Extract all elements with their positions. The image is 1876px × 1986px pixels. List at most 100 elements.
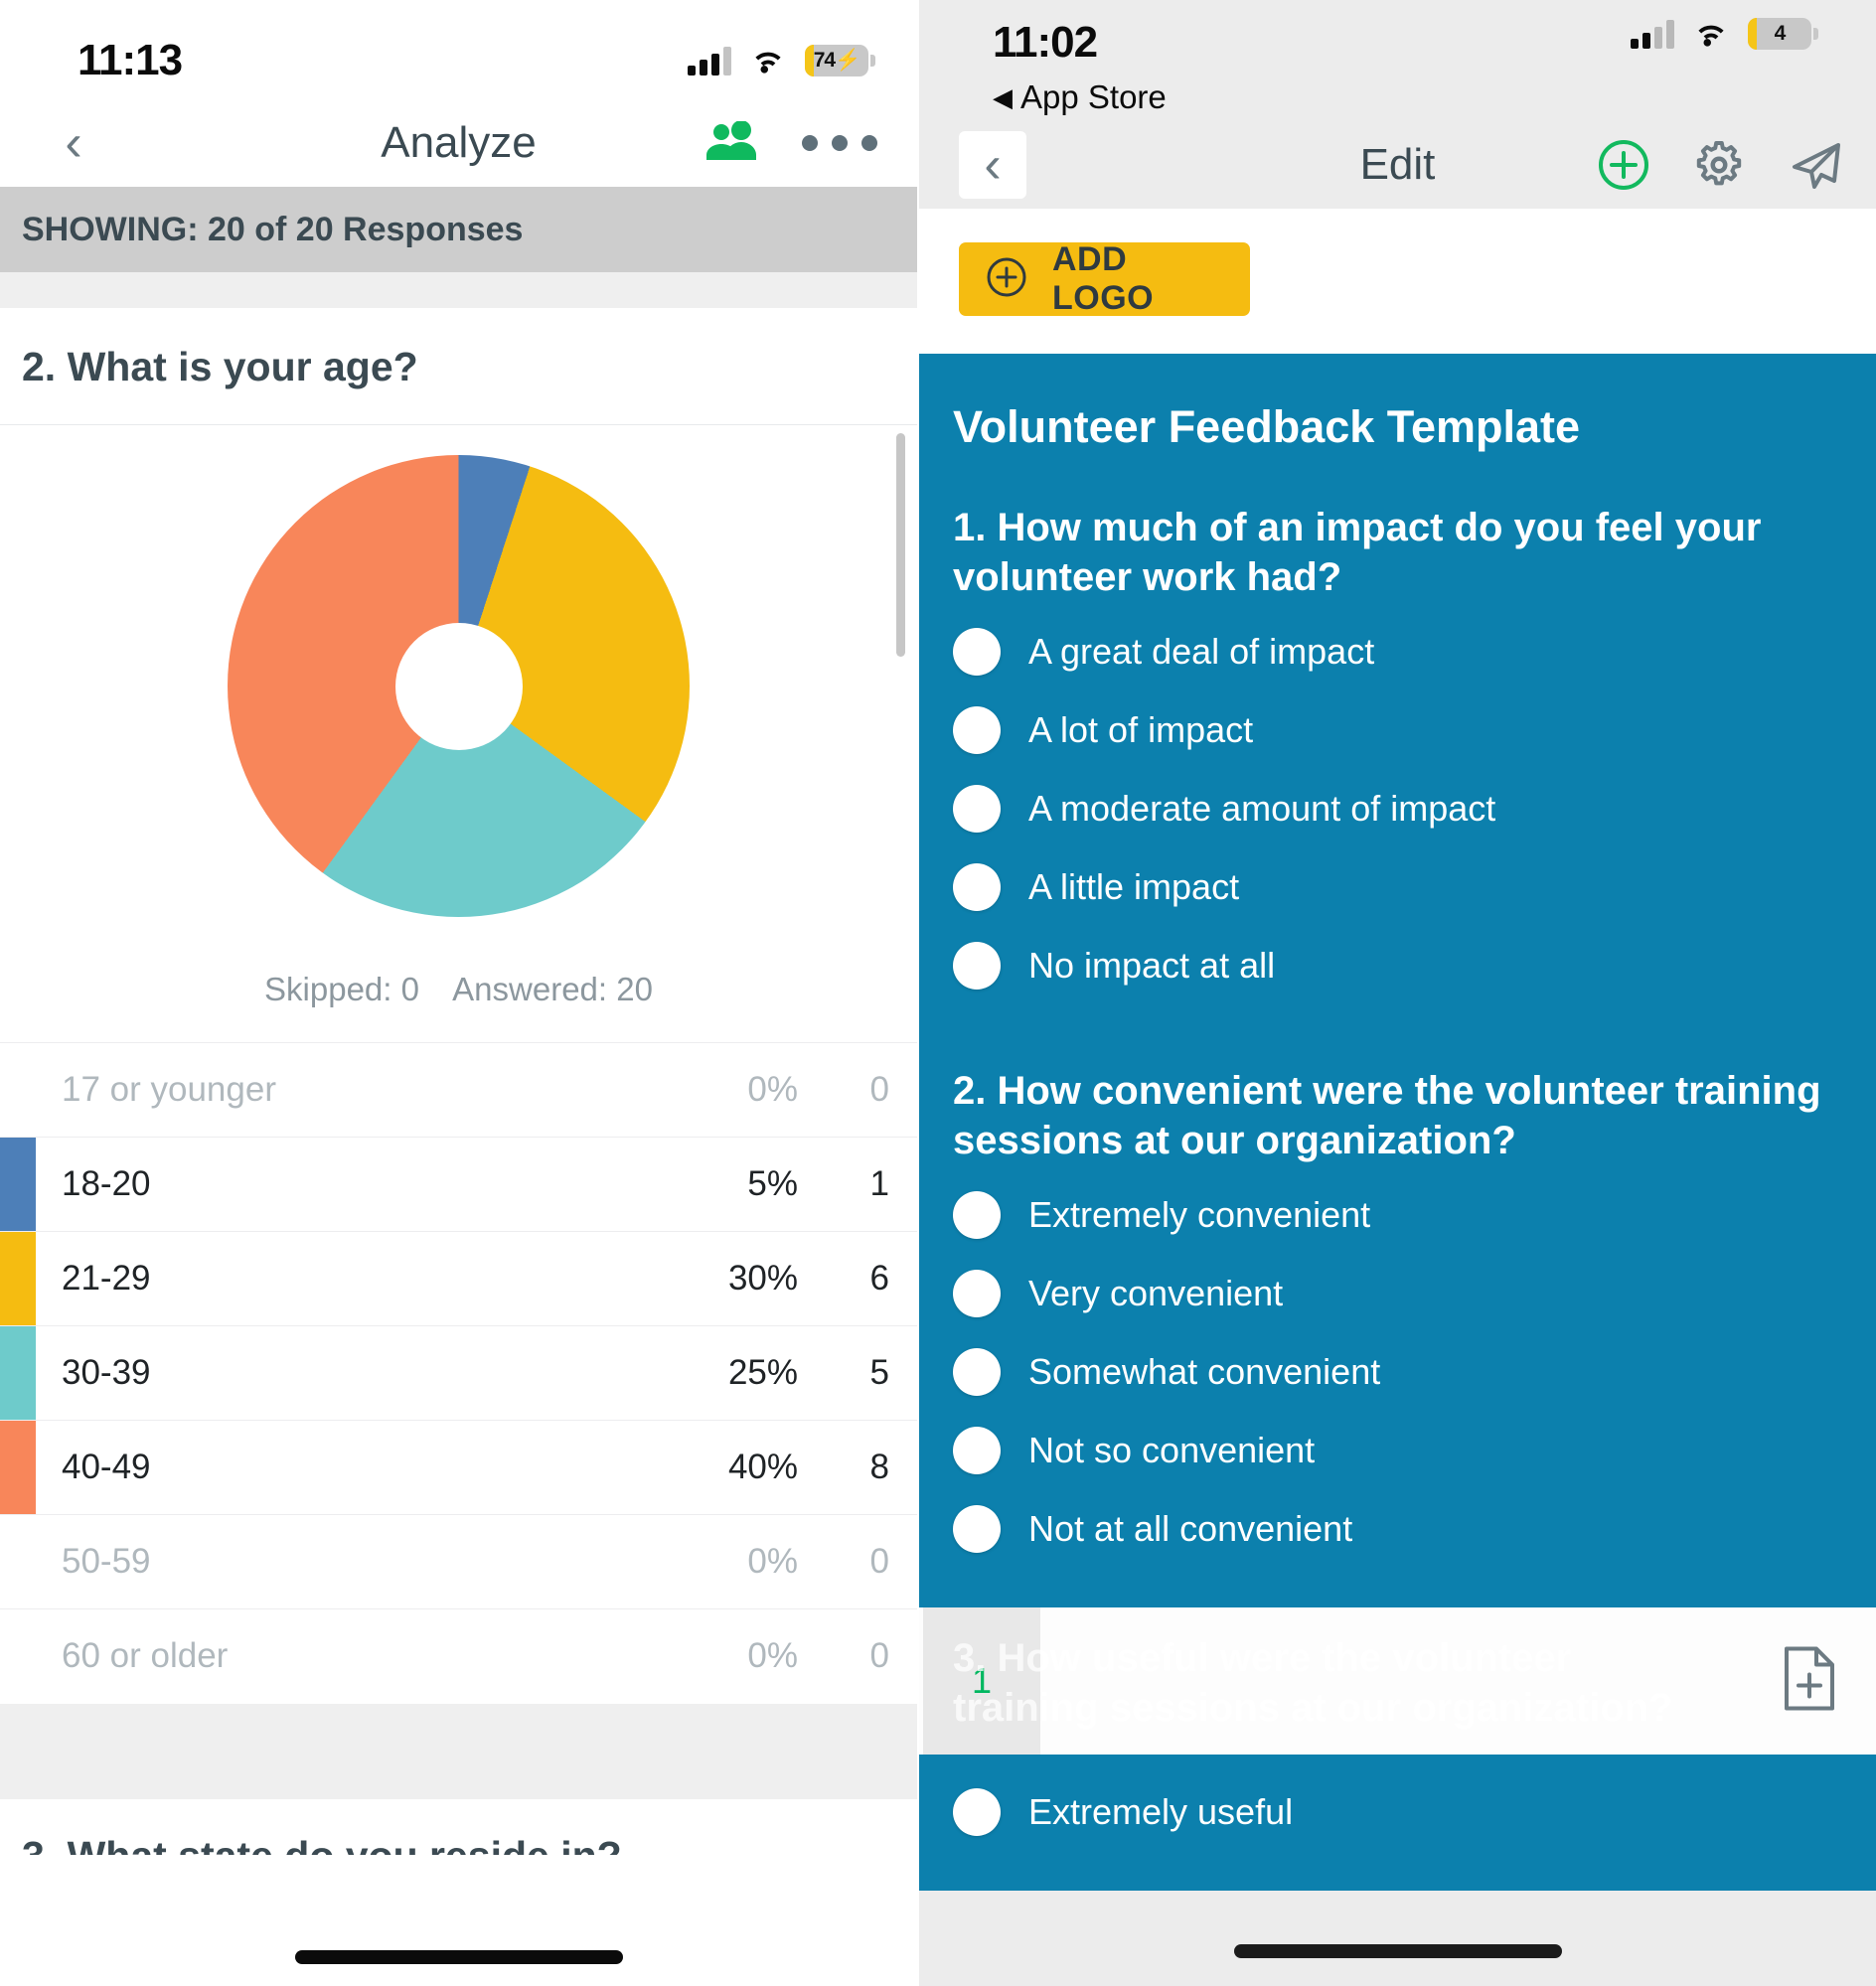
option-row[interactable]: Very convenient	[953, 1254, 1842, 1332]
color-swatch	[0, 1137, 36, 1232]
signal-bars-icon	[1631, 19, 1674, 49]
answer-count: 0	[869, 1542, 889, 1581]
plus-circle-icon[interactable]	[1596, 137, 1651, 193]
navbar-actions	[704, 119, 877, 166]
home-indicator	[1233, 1944, 1562, 1958]
back-button[interactable]: ‹	[959, 131, 1026, 199]
skipped-count: Skipped: 0	[264, 971, 419, 1007]
showing-banner: SHOWING: 20 of 20 Responses	[0, 187, 917, 272]
left-phone-screen: 11:13 74⚡ ‹ Analyze SHOWING: 20 of 20 Re…	[0, 0, 919, 1986]
option-label: A great deal of impact	[1028, 631, 1375, 672]
answer-label: 21-29	[62, 1259, 151, 1298]
answer-label: 40-49	[62, 1448, 151, 1486]
wifi-icon	[1692, 20, 1730, 48]
vertical-scrollbar[interactable]	[896, 433, 905, 657]
option-row[interactable]: A great deal of impact	[953, 612, 1842, 690]
left-navbar: ‹ Analyze	[0, 99, 917, 187]
next-question-title: 3. What state do you reside in?	[0, 1799, 917, 1855]
radio-button-icon[interactable]	[953, 628, 1001, 676]
ellipsis-icon[interactable]	[802, 135, 877, 151]
option-row[interactable]: Not so convenient	[953, 1411, 1842, 1489]
table-row[interactable]: 50-59 0% 0	[0, 1514, 917, 1608]
option-row[interactable]: Somewhat convenient	[953, 1332, 1842, 1411]
option-row[interactable]: Extremely useful	[953, 1772, 1842, 1851]
radio-button-icon[interactable]	[953, 706, 1001, 754]
option-label: Very convenient	[1028, 1273, 1284, 1313]
radio-button-icon[interactable]	[953, 942, 1001, 990]
answer-label: 50-59	[62, 1542, 151, 1581]
answer-percent: 30%	[727, 1259, 798, 1298]
table-row[interactable]: 18-20 5% 1	[0, 1137, 917, 1232]
option-row[interactable]: A moderate amount of impact	[953, 769, 1842, 847]
left-status-bar: 11:13 74⚡	[0, 0, 917, 99]
status-icon-group: 74⚡	[688, 45, 875, 76]
answer-percent: 40%	[727, 1448, 798, 1486]
right-navbar: ‹ Edit	[919, 121, 1876, 209]
wifi-icon	[749, 47, 787, 75]
send-icon[interactable]	[1787, 137, 1846, 193]
answer-count: 6	[869, 1259, 889, 1298]
radio-button-icon[interactable]	[953, 1427, 1001, 1474]
survey-question-heading[interactable]: 1. How much of an impact do you feel you…	[953, 487, 1842, 612]
question-title: 2. What is your age?	[22, 344, 418, 389]
option-row[interactable]: Not at all convenient	[953, 1489, 1842, 1568]
option-row[interactable]: A lot of impact	[953, 690, 1842, 769]
answer-count: 0	[869, 1636, 889, 1675]
option-label: No impact at all	[1028, 945, 1276, 986]
survey-title: Volunteer Feedback Template	[953, 401, 1581, 452]
option-row[interactable]: No impact at all	[953, 926, 1842, 1004]
color-swatch	[0, 1043, 36, 1138]
color-swatch	[0, 1420, 36, 1515]
option-label: Not at all convenient	[1028, 1508, 1353, 1549]
table-row[interactable]: 60 or older 0% 0	[0, 1608, 917, 1703]
answer-label: 17 or younger	[62, 1070, 276, 1109]
add-logo-button[interactable]: ADD LOGO	[959, 240, 1250, 317]
survey-question-heading[interactable]: 2. How convenient were the volunteer tra…	[953, 1050, 1842, 1175]
survey-preview: Volunteer Feedback Template 1. How much …	[919, 354, 1876, 1607]
radio-button-icon[interactable]	[953, 863, 1001, 911]
overlay-question-heading: 3. How useful were the volunteer trainin…	[953, 1636, 1673, 1730]
people-icon[interactable]	[704, 119, 760, 166]
back-button[interactable]: ‹	[40, 109, 107, 177]
table-row[interactable]: 21-29 30% 6	[0, 1231, 917, 1326]
radio-button-icon[interactable]	[953, 1348, 1001, 1396]
question-insert-overlay: 1 3. How useful were the volunteer train…	[919, 1607, 1876, 1755]
radio-button-icon[interactable]	[953, 785, 1001, 833]
document-add-icon[interactable]	[1781, 1645, 1838, 1718]
option-row[interactable]: Extremely convenient	[953, 1175, 1842, 1254]
color-swatch	[0, 1325, 36, 1421]
option-row[interactable]: A little impact	[953, 847, 1842, 926]
option-label: Extremely convenient	[1028, 1194, 1371, 1235]
answer-label: 18-20	[62, 1164, 151, 1203]
radio-button-icon[interactable]	[953, 1788, 1001, 1836]
response-breakdown-table: 17 or younger 0% 0 18-20 5% 1 21-29 30% 6 30-39 25…	[0, 1042, 917, 1703]
color-swatch	[0, 1231, 36, 1326]
status-time: 11:13	[78, 36, 183, 84]
color-swatch	[0, 1609, 36, 1704]
answered-count: Answered: 20	[452, 971, 653, 1007]
radio-button-icon[interactable]	[953, 1505, 1001, 1553]
answer-label: 60 or older	[62, 1636, 229, 1675]
questions-list: 1. How much of an impact do you feel you…	[953, 487, 1842, 1568]
logo-panel: ADD LOGO	[919, 209, 1876, 354]
add-logo-label: ADD LOGO	[1052, 240, 1155, 317]
battery-level: 74	[813, 49, 836, 72]
radio-button-icon[interactable]	[953, 1270, 1001, 1317]
answer-count: 5	[869, 1353, 889, 1392]
gear-icon[interactable]	[1691, 137, 1747, 193]
dual-phone-screenshot: 11:13 74⚡ ‹ Analyze SHOWING: 20 of 20 Re…	[0, 0, 1876, 1986]
table-row[interactable]: 30-39 25% 5	[0, 1325, 917, 1421]
question-header: 2. What is your age?	[0, 308, 917, 425]
back-to-app-link[interactable]: ◀ App Store	[919, 70, 1876, 121]
answer-percent: 0%	[747, 1070, 798, 1109]
table-row[interactable]: 17 or younger 0% 0	[0, 1042, 917, 1137]
chart-panel: Skipped: 0 Answered: 20	[0, 425, 917, 1042]
answer-percent: 25%	[727, 1353, 798, 1392]
status-icon-group: 4	[1631, 18, 1818, 50]
chevron-left-icon: ‹	[984, 136, 1002, 194]
battery-level: 4	[1774, 22, 1787, 45]
radio-button-icon[interactable]	[953, 1191, 1001, 1239]
question-spacer	[953, 1004, 1842, 1050]
answer-percent: 0%	[747, 1542, 798, 1581]
table-row[interactable]: 40-49 40% 8	[0, 1420, 917, 1515]
